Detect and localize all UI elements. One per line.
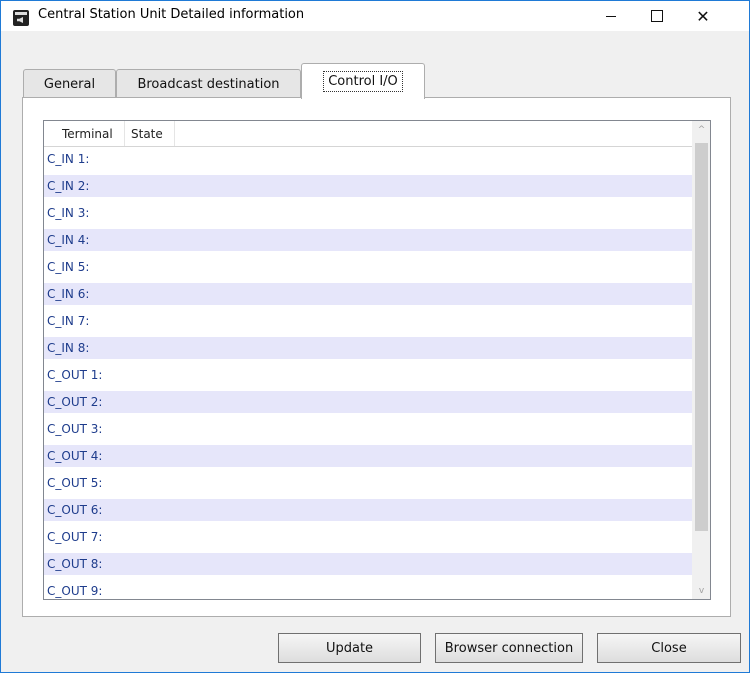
table-row[interactable]: C_IN 4: — [44, 229, 696, 251]
maximize-icon — [651, 10, 663, 22]
tab-broadcast-destination-label: Broadcast destination — [137, 76, 280, 92]
update-button[interactable]: Update — [278, 633, 421, 663]
terminal-cell: C_IN 6: — [47, 287, 90, 301]
scroll-down-arrow-icon[interactable]: v — [693, 582, 710, 599]
table-row[interactable]: C_OUT 2: — [44, 391, 696, 413]
tab-control-io-label: Control I/O — [323, 71, 403, 92]
terminal-state-list[interactable]: Terminal State C_IN 1: C_IN 2: C_IN 3: C_IN… — [43, 120, 711, 600]
terminal-cell: C_IN 1: — [47, 152, 90, 166]
table-row[interactable]: C_IN 1: — [44, 148, 696, 170]
terminal-cell: C_OUT 8: — [47, 557, 103, 571]
table-row[interactable]: C_OUT 7: — [44, 526, 696, 548]
terminal-cell: C_OUT 4: — [47, 449, 103, 463]
column-header-terminal[interactable]: Terminal — [44, 121, 125, 146]
maximize-button[interactable] — [634, 1, 680, 31]
table-row[interactable]: C_IN 8: — [44, 337, 696, 359]
minimize-button[interactable] — [588, 1, 634, 31]
close-window-button[interactable]: ✕ — [680, 1, 726, 31]
close-icon: ✕ — [696, 6, 710, 26]
scroll-up-arrow-icon[interactable]: ^ — [693, 121, 710, 138]
table-row[interactable]: C_IN 7: — [44, 310, 696, 332]
terminal-cell: C_OUT 1: — [47, 368, 103, 382]
app-speaker-icon — [13, 10, 29, 26]
table-row[interactable]: C_IN 3: — [44, 202, 696, 224]
terminal-cell: C_IN 8: — [47, 341, 90, 355]
terminal-cell: C_IN 2: — [47, 179, 90, 193]
terminal-cell: C_IN 4: — [47, 233, 90, 247]
close-button[interactable]: Close — [597, 633, 741, 663]
list-rows: C_IN 1: C_IN 2: C_IN 3: C_IN 4: C_IN 5: C_IN … — [44, 148, 696, 599]
terminal-cell: C_IN 5: — [47, 260, 90, 274]
table-row[interactable]: C_OUT 1: — [44, 364, 696, 386]
column-header-state[interactable]: State — [125, 121, 175, 146]
tab-broadcast-destination[interactable]: Broadcast destination — [116, 69, 301, 98]
terminal-cell: C_OUT 5: — [47, 476, 103, 490]
table-row[interactable]: C_OUT 4: — [44, 445, 696, 467]
minimize-icon — [606, 15, 616, 17]
tab-general-label: General — [43, 76, 96, 92]
tab-control-io[interactable]: Control I/O — [301, 63, 425, 99]
table-row[interactable]: C_IN 2: — [44, 175, 696, 197]
table-row[interactable]: C_OUT 5: — [44, 472, 696, 494]
tab-panel-control-io: Terminal State C_IN 1: C_IN 2: C_IN 3: C_IN… — [22, 97, 731, 617]
browser-connection-button[interactable]: Browser connection — [435, 633, 583, 663]
title-bar: Central Station Unit Detailed informatio… — [1, 1, 749, 31]
dialog-window: Central Station Unit Detailed informatio… — [0, 0, 750, 673]
terminal-cell: C_OUT 6: — [47, 503, 103, 517]
terminal-cell: C_OUT 7: — [47, 530, 103, 544]
terminal-cell: C_IN 7: — [47, 314, 90, 328]
vertical-scrollbar[interactable]: ^ v — [692, 121, 710, 599]
table-row[interactable]: C_OUT 9: — [44, 580, 696, 599]
list-header: Terminal State — [44, 121, 697, 147]
table-row[interactable]: C_OUT 8: — [44, 553, 696, 575]
terminal-cell: C_OUT 2: — [47, 395, 103, 409]
scroll-thumb[interactable] — [695, 143, 708, 531]
terminal-cell: C_IN 3: — [47, 206, 90, 220]
terminal-cell: C_OUT 3: — [47, 422, 103, 436]
table-row[interactable]: C_IN 5: — [44, 256, 696, 278]
table-row[interactable]: C_OUT 3: — [44, 418, 696, 440]
table-row[interactable]: C_IN 6: — [44, 283, 696, 305]
table-row[interactable]: C_OUT 6: — [44, 499, 696, 521]
window-title: Central Station Unit Detailed informatio… — [38, 7, 305, 22]
terminal-cell: C_OUT 9: — [47, 584, 103, 598]
tab-general[interactable]: General — [23, 69, 116, 98]
